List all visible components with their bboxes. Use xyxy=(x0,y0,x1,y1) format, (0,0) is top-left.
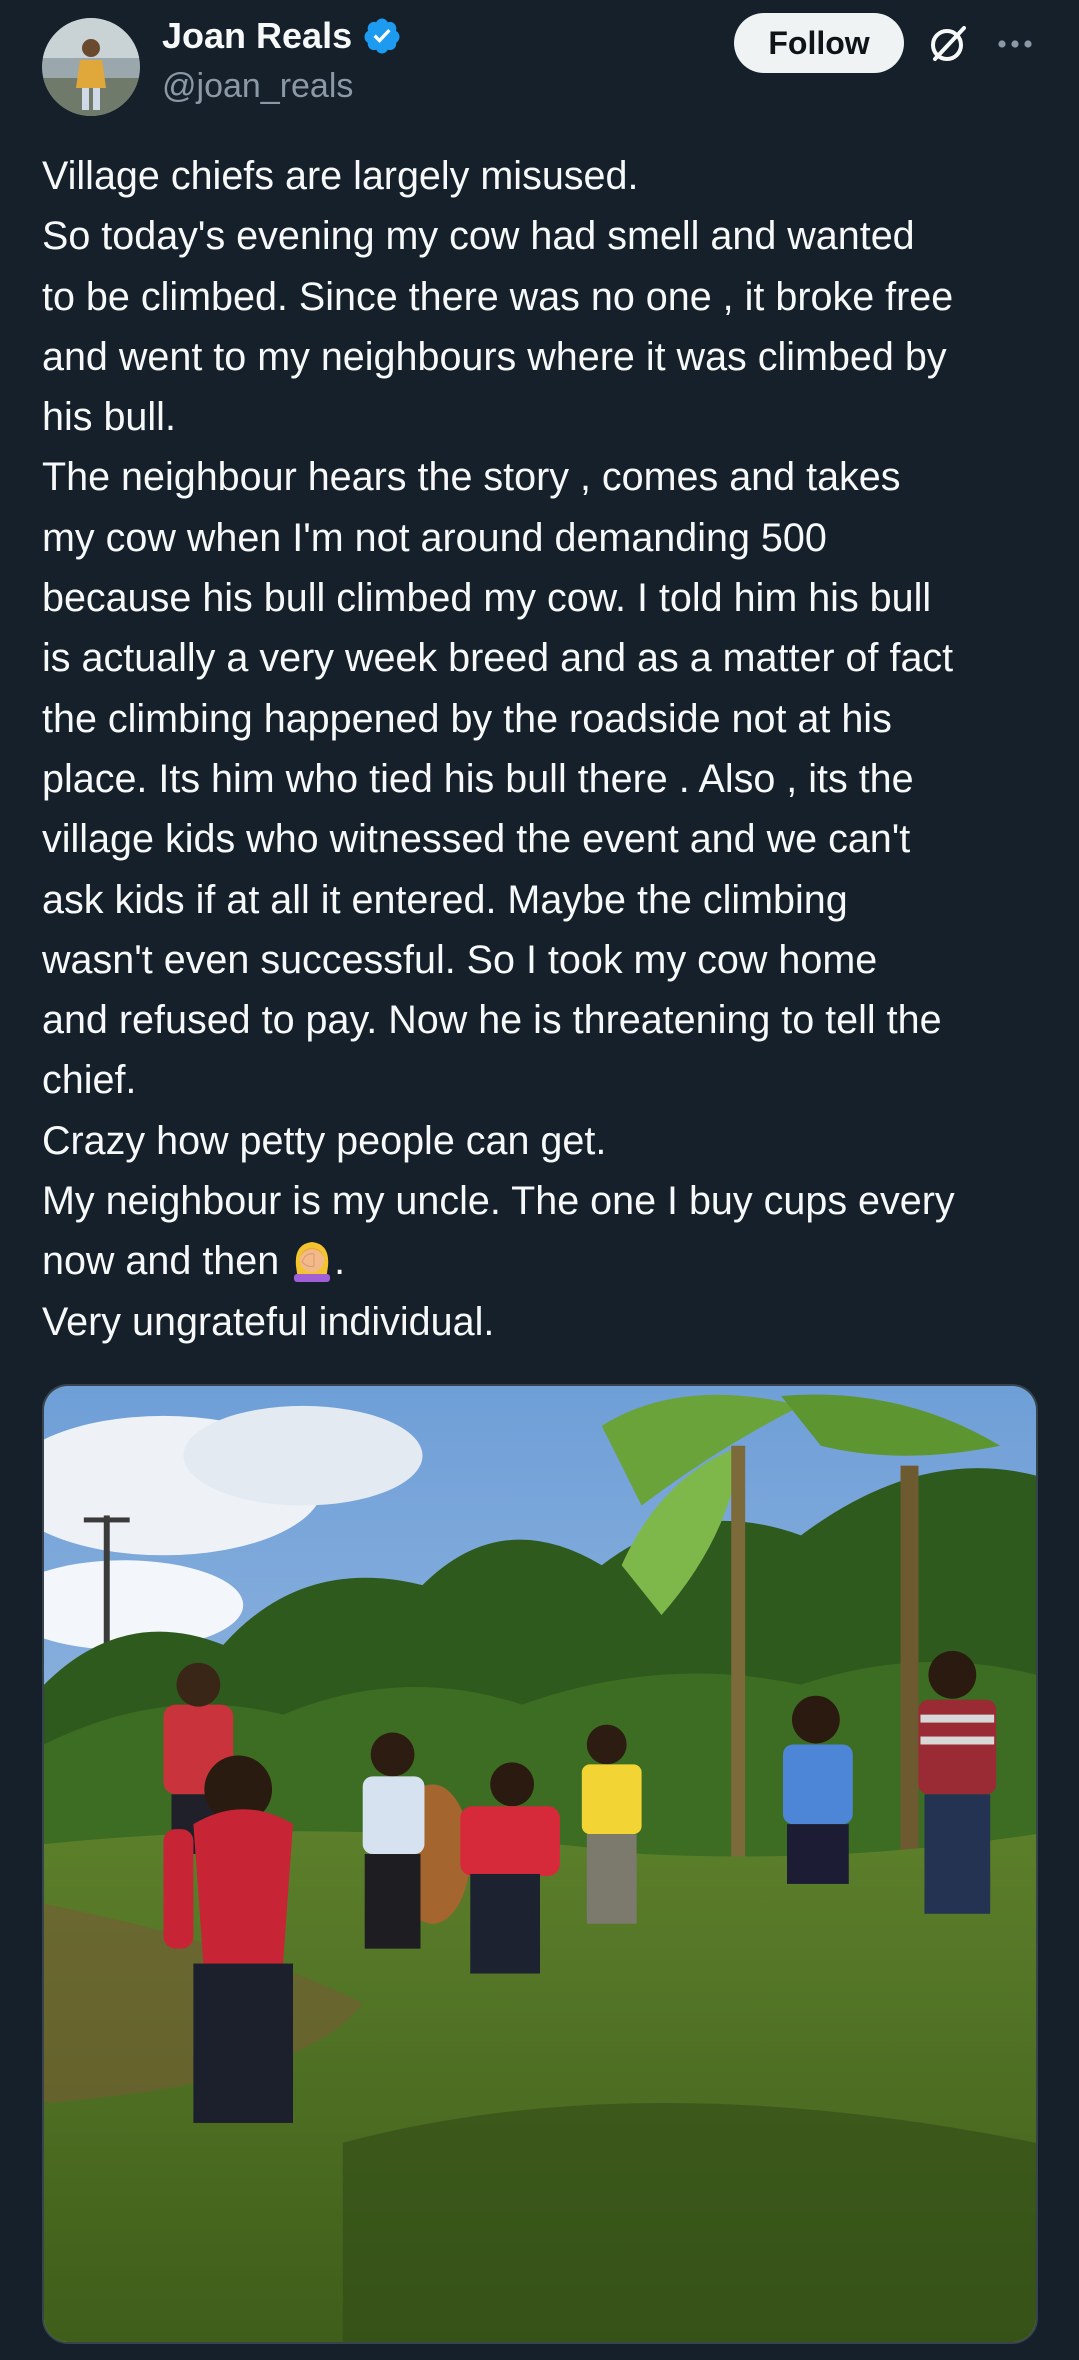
tweet-line: Crazy how petty people can get. xyxy=(42,1118,607,1163)
woman-facepalming-emoji-icon xyxy=(294,1242,331,1283)
tweet-line: village kids who witnessed the event and… xyxy=(42,817,911,862)
grok-icon[interactable] xyxy=(926,22,970,66)
tweet-line: wasn't even successful. So I took my cow… xyxy=(42,937,878,982)
tweet-photo[interactable] xyxy=(42,1384,1038,2344)
tweet-line: Village chiefs are largely misused. xyxy=(42,154,639,198)
tweet-line: to be climbed. Since there was no one , … xyxy=(42,274,954,319)
avatar[interactable] xyxy=(42,18,140,116)
tweet-line: So today's evening my cow had smell and … xyxy=(42,214,915,259)
tweet-line-prefix: now and then xyxy=(42,1239,291,1284)
tweet-line-suffix: . xyxy=(334,1239,346,1284)
tweet-line: is actually a very week breed and as a m… xyxy=(42,636,954,681)
tweet-text: Village chiefs are largely misused. So t… xyxy=(42,146,1052,1352)
tweet-line: place. Its him who tied his bull there .… xyxy=(42,756,914,801)
tweet-line: Very ungrateful individual. xyxy=(42,1299,495,1344)
follow-button[interactable]: Follow xyxy=(734,13,904,73)
author-handle[interactable]: @joan_reals xyxy=(162,64,353,108)
tweet-line: the climbing happened by the roadside no… xyxy=(42,696,892,741)
tweet-line: my cow when I'm not around demanding 500 xyxy=(42,515,827,560)
photo-children-chasing-cow-icon xyxy=(44,1386,1036,2342)
author-name-row[interactable]: Joan Reals xyxy=(162,14,402,58)
more-icon[interactable] xyxy=(996,26,1034,62)
avatar-photo-icon xyxy=(42,18,140,116)
verified-badge-icon xyxy=(364,18,400,54)
tweet-line: chief. xyxy=(42,1058,137,1103)
tweet-line-with-emoji: now and then . xyxy=(42,1231,1052,1291)
tweet-line: My neighbour is my uncle. The one I buy … xyxy=(42,1179,955,1224)
tweet-line: ask kids if at all it entered. Maybe the… xyxy=(42,877,848,922)
tweet-line: The neighbour hears the story , comes an… xyxy=(42,455,901,500)
tweet-line: his bull. xyxy=(42,395,176,440)
tweet-line: because his bull climbed my cow. I told … xyxy=(42,576,932,621)
author-display-name[interactable]: Joan Reals xyxy=(162,14,352,58)
tweet-line: and went to my neighbours where it was c… xyxy=(42,334,947,379)
tweet-line: and refused to pay. Now he is threatenin… xyxy=(42,998,942,1043)
